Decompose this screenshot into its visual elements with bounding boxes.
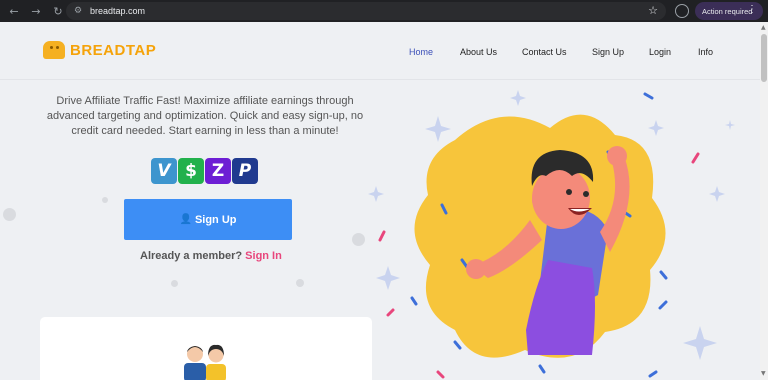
page-scrollbar[interactable]: ▲ ▼ — [760, 22, 768, 380]
site-settings-icon[interactable]: ⚙ — [72, 5, 84, 17]
nav-info[interactable]: Info — [698, 47, 713, 57]
hero-line-2: advanced targeting and optimization. Qui… — [46, 110, 364, 122]
hero-illustration — [368, 90, 735, 379]
nav-home[interactable]: Home — [409, 47, 433, 57]
sign-in-link[interactable]: Sign In — [245, 250, 282, 262]
bread-icon — [43, 41, 65, 59]
sign-up-label: Sign Up — [194, 213, 237, 226]
member-text: Already a member? — [140, 250, 243, 262]
paypal-icon: P — [232, 158, 258, 184]
scroll-up-icon[interactable]: ▲ — [761, 24, 766, 31]
cash-app-icon: $ — [178, 158, 204, 184]
scroll-down-icon[interactable]: ▼ — [761, 370, 766, 377]
menu-dots-icon[interactable]: ⋮ — [747, 4, 757, 15]
zelle-icon: Z — [205, 158, 231, 184]
decorative-dot — [171, 280, 178, 287]
add-user-icon: 👤 — [179, 214, 192, 225]
brand-name: BREADTAP — [70, 41, 157, 59]
decorative-dot — [3, 208, 16, 221]
profile-icon[interactable] — [675, 4, 689, 18]
action-required-label: Action required — [702, 6, 753, 16]
decorative-dot — [102, 197, 108, 203]
hero-line-3: credit card needed. Start earning in les… — [71, 125, 339, 137]
browser-toolbar: ← → ↻ ⚙ breadtap.com ☆ Action required ⋮ — [0, 0, 768, 22]
bookmark-star-icon[interactable]: ☆ — [648, 4, 658, 17]
payment-methods: V $ Z P — [151, 158, 258, 184]
address-bar[interactable]: ⚙ breadtap.com ☆ — [66, 2, 666, 20]
people-illustration — [184, 344, 226, 380]
nav-about-us[interactable]: About Us — [460, 47, 497, 57]
site-header: BREADTAP Home About Us Contact Us Sign U… — [0, 22, 760, 80]
hero-line-1: Drive Affiliate Traffic Fast! Maximize a… — [56, 95, 354, 107]
sign-up-button[interactable]: 👤 Sign Up — [124, 199, 292, 240]
back-icon[interactable]: ← — [6, 3, 22, 19]
decorative-dot — [296, 279, 304, 287]
venmo-icon: V — [151, 158, 177, 184]
brand-logo[interactable]: BREADTAP — [43, 41, 156, 59]
nav-login[interactable]: Login — [649, 47, 671, 57]
hero-description: Drive Affiliate Traffic Fast! Maximize a… — [45, 94, 365, 139]
nav-contact-us[interactable]: Contact Us — [522, 47, 567, 57]
member-prompt: Already a member? Sign In — [140, 250, 282, 262]
forward-icon[interactable]: → — [28, 3, 44, 19]
action-required-button[interactable]: Action required ⋮ — [695, 2, 763, 20]
scroll-thumb[interactable] — [761, 34, 767, 82]
url-text[interactable]: breadtap.com — [90, 6, 145, 16]
reload-icon[interactable]: ↻ — [50, 3, 66, 19]
nav-sign-up[interactable]: Sign Up — [592, 47, 624, 57]
